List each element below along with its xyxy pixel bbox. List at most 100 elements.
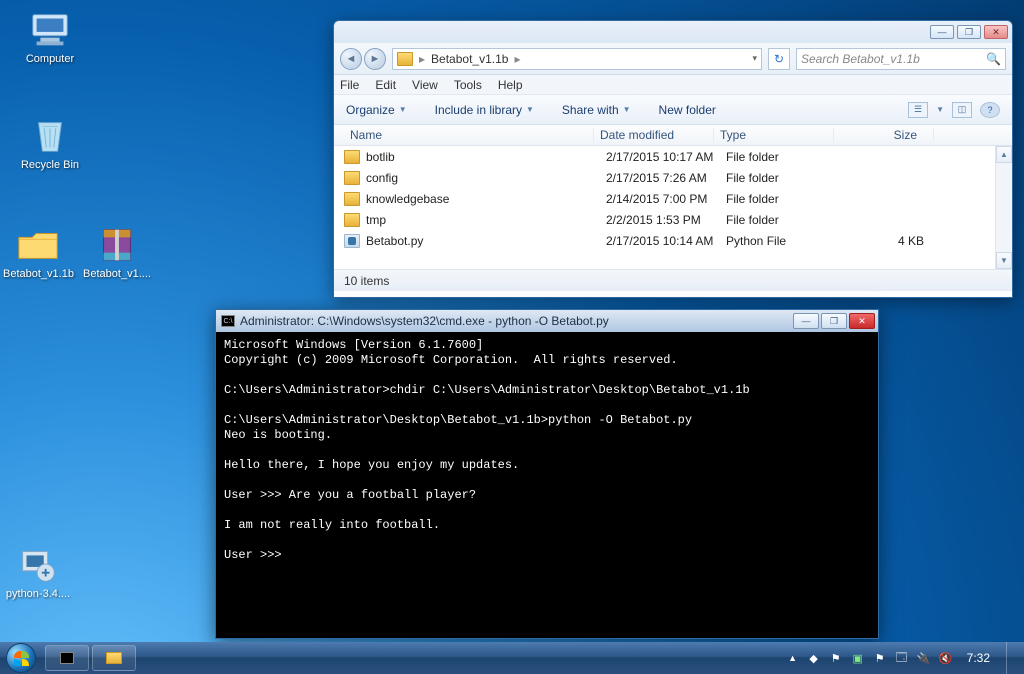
- desktop-icon-betabot-rar[interactable]: Betabot_v1....: [82, 225, 152, 280]
- nav-back-button[interactable]: ◄: [340, 48, 362, 70]
- maximize-button[interactable]: ❐: [957, 25, 981, 39]
- scrollbar[interactable]: ▲ ▼: [995, 146, 1012, 269]
- col-type[interactable]: Type: [714, 128, 834, 142]
- status-text: 10 items: [344, 274, 389, 288]
- folder-icon: [344, 150, 360, 164]
- nav-forward-button[interactable]: ►: [364, 48, 386, 70]
- minimize-button[interactable]: —: [930, 25, 954, 39]
- column-headers: Name Date modified Type Size: [334, 125, 1012, 146]
- file-type: File folder: [720, 171, 840, 185]
- desktop-icon-label: Betabot_v1.1b: [3, 268, 74, 280]
- file-type: File folder: [720, 213, 840, 227]
- search-input[interactable]: Search Betabot_v1.1b 🔍: [796, 48, 1006, 70]
- file-date: 2/14/2015 7:00 PM: [600, 192, 720, 206]
- tray-icon[interactable]: 🗔: [895, 651, 909, 665]
- col-size[interactable]: Size: [834, 128, 934, 142]
- taskbar-app-cmd[interactable]: [45, 645, 89, 671]
- taskbar-app-explorer[interactable]: [92, 645, 136, 671]
- desktop-icon-label: Computer: [26, 53, 74, 65]
- search-icon: 🔍: [986, 52, 1001, 66]
- address-bar[interactable]: ▸ Betabot_v1.1b ▸ ▾: [392, 48, 762, 70]
- refresh-button[interactable]: ↻: [768, 48, 790, 70]
- chevron-down-icon: ▼: [623, 105, 631, 114]
- clock[interactable]: 7:32: [967, 651, 990, 665]
- file-row[interactable]: config 2/17/2015 7:26 AM File folder: [334, 167, 1012, 188]
- crumb-separator-icon: ▸: [514, 52, 520, 66]
- file-name: botlib: [366, 150, 600, 164]
- menu-edit[interactable]: Edit: [375, 78, 396, 92]
- explorer-toolbar: Organize▼ Include in library▼ Share with…: [334, 95, 1012, 125]
- folder-icon: [344, 171, 360, 185]
- crumb-separator-icon: ▸: [419, 52, 425, 66]
- include-in-library-button[interactable]: Include in library▼: [435, 103, 534, 117]
- chevron-down-icon[interactable]: ▼: [936, 105, 944, 114]
- power-icon[interactable]: 🔌: [917, 651, 931, 665]
- show-desktop-button[interactable]: [1006, 642, 1016, 674]
- cmd-title-text: Administrator: C:\Windows\system32\cmd.e…: [240, 314, 788, 328]
- address-dropdown-icon[interactable]: ▾: [752, 53, 757, 64]
- start-button[interactable]: [0, 642, 42, 674]
- file-row[interactable]: knowledgebase 2/14/2015 7:00 PM File fol…: [334, 188, 1012, 209]
- rar-archive-icon: [94, 225, 140, 265]
- breadcrumb[interactable]: Betabot_v1.1b: [431, 52, 508, 66]
- file-row[interactable]: tmp 2/2/2015 1:53 PM File folder: [334, 209, 1012, 230]
- desktop-icon-recycle[interactable]: Recycle Bin: [15, 116, 85, 171]
- file-name: tmp: [366, 213, 600, 227]
- file-type: File folder: [720, 192, 840, 206]
- file-list: botlib 2/17/2015 10:17 AM File folder co…: [334, 146, 1012, 269]
- file-size: 4 KB: [840, 234, 940, 248]
- file-row[interactable]: Betabot.py 2/17/2015 10:14 AM Python Fil…: [334, 230, 1012, 251]
- status-bar: 10 items: [334, 269, 1012, 291]
- desktop-icon-label: python-3.4....: [6, 588, 70, 600]
- preview-pane-button[interactable]: ◫: [952, 102, 972, 118]
- menu-tools[interactable]: Tools: [454, 78, 482, 92]
- folder-icon: [397, 52, 413, 66]
- file-name: config: [366, 171, 600, 185]
- close-button[interactable]: ✕: [849, 313, 875, 329]
- file-date: 2/17/2015 10:14 AM: [600, 234, 720, 248]
- file-row[interactable]: botlib 2/17/2015 10:17 AM File folder: [334, 146, 1012, 167]
- search-placeholder: Search Betabot_v1.1b: [801, 52, 920, 66]
- col-name[interactable]: Name: [344, 128, 594, 142]
- cmd-icon: [60, 652, 74, 664]
- explorer-menubar: File Edit View Tools Help: [334, 75, 1012, 95]
- tray-icon[interactable]: ◆: [807, 651, 821, 665]
- new-folder-button[interactable]: New folder: [659, 103, 716, 117]
- file-type: Python File: [720, 234, 840, 248]
- close-button[interactable]: ✕: [984, 25, 1008, 39]
- desktop-icon-label: Betabot_v1....: [83, 268, 151, 280]
- desktop-icon-python-installer[interactable]: python-3.4....: [3, 545, 73, 600]
- menu-view[interactable]: View: [412, 78, 438, 92]
- recycle-bin-icon: [27, 116, 73, 156]
- share-with-button[interactable]: Share with▼: [562, 103, 631, 117]
- desktop-icon-label: Recycle Bin: [21, 159, 79, 171]
- tray-icon[interactable]: ▣: [851, 651, 865, 665]
- computer-icon: [27, 10, 73, 50]
- scroll-down-icon[interactable]: ▼: [996, 252, 1012, 269]
- scroll-up-icon[interactable]: ▲: [996, 146, 1012, 163]
- action-center-icon[interactable]: ⚑: [829, 651, 843, 665]
- desktop-icon-betabot-folder[interactable]: Betabot_v1.1b: [3, 225, 73, 280]
- col-date[interactable]: Date modified: [594, 128, 714, 142]
- cmd-output[interactable]: Microsoft Windows [Version 6.1.7600] Cop…: [216, 332, 878, 569]
- menu-help[interactable]: Help: [498, 78, 523, 92]
- folder-icon: [344, 213, 360, 227]
- chevron-down-icon: ▼: [399, 105, 407, 114]
- volume-muted-icon[interactable]: 🔇: [939, 651, 953, 665]
- minimize-button[interactable]: —: [793, 313, 819, 329]
- tray-overflow-button[interactable]: ▲: [787, 652, 799, 664]
- folder-icon: [106, 652, 122, 664]
- explorer-titlebar[interactable]: — ❐ ✕: [334, 21, 1012, 43]
- organize-button[interactable]: Organize▼: [346, 103, 407, 117]
- menu-file[interactable]: File: [340, 78, 359, 92]
- file-type: File folder: [720, 150, 840, 164]
- taskbar: ▲ ◆ ⚑ ▣ ⚑ 🗔 🔌 🔇 7:32: [0, 642, 1024, 674]
- help-button[interactable]: ?: [980, 102, 1000, 118]
- maximize-button[interactable]: ❐: [821, 313, 847, 329]
- cmd-titlebar[interactable]: C:\ Administrator: C:\Windows\system32\c…: [216, 310, 878, 332]
- views-button[interactable]: ☰: [908, 102, 928, 118]
- explorer-window: — ❐ ✕ ◄ ► ▸ Betabot_v1.1b ▸ ▾ ↻ Search B…: [333, 20, 1013, 298]
- desktop-icon-computer[interactable]: Computer: [15, 10, 85, 65]
- file-name: Betabot.py: [366, 234, 600, 248]
- tray-icon[interactable]: ⚑: [873, 651, 887, 665]
